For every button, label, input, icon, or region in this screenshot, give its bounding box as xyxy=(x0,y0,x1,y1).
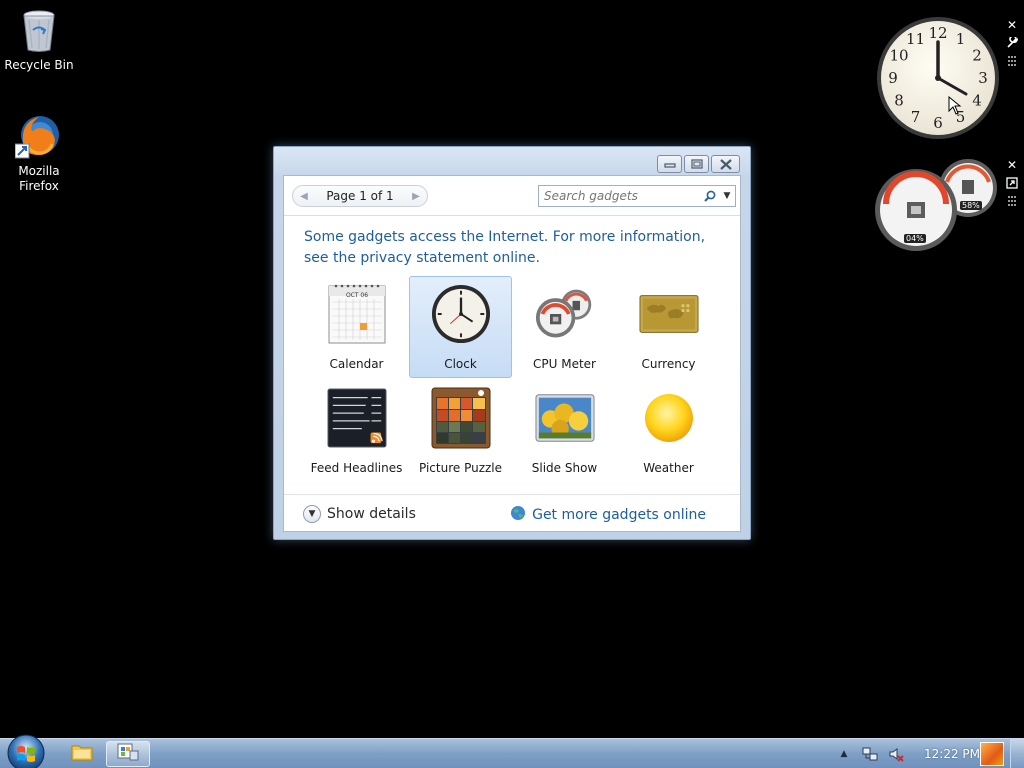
close-icon xyxy=(712,156,739,172)
clock-icon xyxy=(431,283,491,345)
maximize-button[interactable] xyxy=(684,155,709,173)
prev-page-icon[interactable]: ◀ xyxy=(293,186,315,206)
clock-numeral: 7 xyxy=(911,108,921,126)
cpu-gadget-toolbar: ✕ xyxy=(1004,157,1020,209)
page-label: Page 1 of 1 xyxy=(326,189,394,203)
start-button[interactable] xyxy=(6,733,46,768)
firefox-label: Mozilla Firefox xyxy=(18,164,60,193)
clock-gadget-toolbar: ✕ xyxy=(1004,17,1020,69)
desktop-clock-gadget[interactable]: 12 1 2 3 4 5 6 7 8 9 10 11 xyxy=(876,16,1000,140)
action-center-thumbnail[interactable] xyxy=(980,742,1004,766)
close-icon[interactable]: ✕ xyxy=(1004,157,1020,173)
close-icon[interactable]: ✕ xyxy=(1004,17,1020,33)
gadgets-app-icon xyxy=(117,742,139,766)
clock-numeral: 3 xyxy=(978,69,988,87)
weather-icon xyxy=(639,387,699,449)
gadget-name: Clock xyxy=(444,357,477,371)
taskbar-gadgets-button[interactable] xyxy=(106,741,150,767)
desktop: Recycle Bin Mozilla Firefox ◀ Page 1 of … xyxy=(0,0,1024,768)
volume-muted-icon[interactable] xyxy=(888,746,904,762)
gadget-tile-picture-puzzle[interactable]: Picture Puzzle xyxy=(409,380,512,482)
search-icon[interactable] xyxy=(701,187,719,205)
folder-icon xyxy=(71,743,93,765)
minimize-icon xyxy=(658,156,681,172)
clock-numeral: 11 xyxy=(906,30,925,48)
privacy-notice[interactable]: Some gadgets access the Internet. For mo… xyxy=(304,227,734,269)
close-button[interactable] xyxy=(711,155,740,173)
clock-numeral: 10 xyxy=(889,47,908,65)
recycle-bin-shortcut[interactable]: Recycle Bin xyxy=(1,6,77,73)
desktop-cpu-meter-gadget[interactable]: 04% 58% xyxy=(874,158,1000,252)
gadget-name: Slide Show xyxy=(531,461,598,475)
calendar-icon: OCT 06 xyxy=(327,283,387,345)
minimize-button[interactable] xyxy=(657,155,682,173)
clock-numeral: 8 xyxy=(894,92,904,110)
currency-icon xyxy=(639,283,699,345)
gadget-name: Feed Headlines xyxy=(310,461,403,475)
get-more-gadgets-link[interactable]: Get more gadgets online xyxy=(510,505,706,525)
notification-area: ▲ 12:22 PM xyxy=(836,739,980,768)
search-input[interactable] xyxy=(539,187,701,205)
clock-numeral: 9 xyxy=(888,69,898,87)
gadget-tile-cpu-meter[interactable]: CPU Meter xyxy=(513,276,616,378)
firefox-icon xyxy=(14,112,63,160)
pager: ◀ Page 1 of 1 ▶ xyxy=(292,185,428,207)
maximize-icon xyxy=(685,156,708,172)
taskbar: ▲ 12:22 PM xyxy=(0,734,1024,768)
resize-icon[interactable] xyxy=(1004,175,1020,191)
cpu-meter-icon xyxy=(535,283,595,345)
show-desktop-button[interactable] xyxy=(1010,739,1024,768)
chevron-down-icon: ▼ xyxy=(303,505,321,523)
globe-icon xyxy=(510,505,526,525)
calendar-month-label: OCT 06 xyxy=(345,292,369,299)
get-more-label: Get more gadgets online xyxy=(532,507,706,523)
taskbar-explorer-button[interactable] xyxy=(60,741,104,767)
clock-numeral: 12 xyxy=(928,24,947,42)
clock-numeral: 4 xyxy=(972,92,982,110)
clock-numeral: 2 xyxy=(972,47,982,65)
slide-show-icon xyxy=(535,387,595,449)
search-dropdown-icon[interactable]: ▼ xyxy=(719,187,735,205)
gadget-tile-weather[interactable]: Weather xyxy=(617,380,720,482)
show-details-button[interactable]: ▼ Show details xyxy=(303,505,416,523)
network-icon[interactable] xyxy=(862,746,878,762)
gadgets-toolbar: ◀ Page 1 of 1 ▶ ▼ xyxy=(284,176,740,216)
feed-headlines-icon xyxy=(327,387,387,449)
mouse-cursor-icon xyxy=(948,95,962,120)
window-controls xyxy=(657,155,740,173)
search-box: ▼ xyxy=(538,185,736,207)
gadgets-panel: ◀ Page 1 of 1 ▶ ▼ Some gadgets access th… xyxy=(283,175,741,532)
gadget-name: Weather xyxy=(643,461,694,475)
gadget-name: Calendar xyxy=(329,357,384,371)
firefox-shortcut[interactable]: Mozilla Firefox xyxy=(1,112,77,194)
next-page-icon[interactable]: ▶ xyxy=(405,186,427,206)
gadgets-window: ◀ Page 1 of 1 ▶ ▼ Some gadgets access th… xyxy=(273,146,751,540)
cpu-usage-label: 04% xyxy=(904,234,926,243)
gadget-name: CPU Meter xyxy=(533,357,596,371)
gadget-tile-feed-headlines[interactable]: Feed Headlines xyxy=(305,380,408,482)
show-details-label: Show details xyxy=(327,506,416,522)
recycle-bin-label: Recycle Bin xyxy=(4,58,74,72)
wrench-icon[interactable] xyxy=(1004,35,1020,51)
gadget-name: Currency xyxy=(641,357,696,371)
gadget-tile-calendar[interactable]: OCT 06 Calendar xyxy=(305,276,408,378)
drag-handle-icon[interactable] xyxy=(1004,53,1020,69)
gadget-grid: OCT 06 Calendar Clock CPU Meter Currency… xyxy=(305,276,723,484)
gadget-tile-currency[interactable]: Currency xyxy=(617,276,720,378)
gadget-tile-slide-show[interactable]: Slide Show xyxy=(513,380,616,482)
gadgets-footer: ▼ Show details Get more gadgets online xyxy=(284,494,740,531)
taskbar-clock[interactable]: 12:22 PM xyxy=(924,747,980,761)
clock-numeral: 6 xyxy=(933,114,943,132)
gadget-name: Picture Puzzle xyxy=(418,461,503,475)
recycle-bin-icon xyxy=(15,6,63,54)
picture-puzzle-icon xyxy=(431,387,491,449)
show-hidden-icons-icon[interactable]: ▲ xyxy=(836,746,852,762)
gadget-tile-clock[interactable]: Clock xyxy=(409,276,512,378)
clock-numeral: 1 xyxy=(956,30,966,48)
drag-handle-icon[interactable] xyxy=(1004,193,1020,209)
memory-usage-label: 58% xyxy=(960,201,982,210)
